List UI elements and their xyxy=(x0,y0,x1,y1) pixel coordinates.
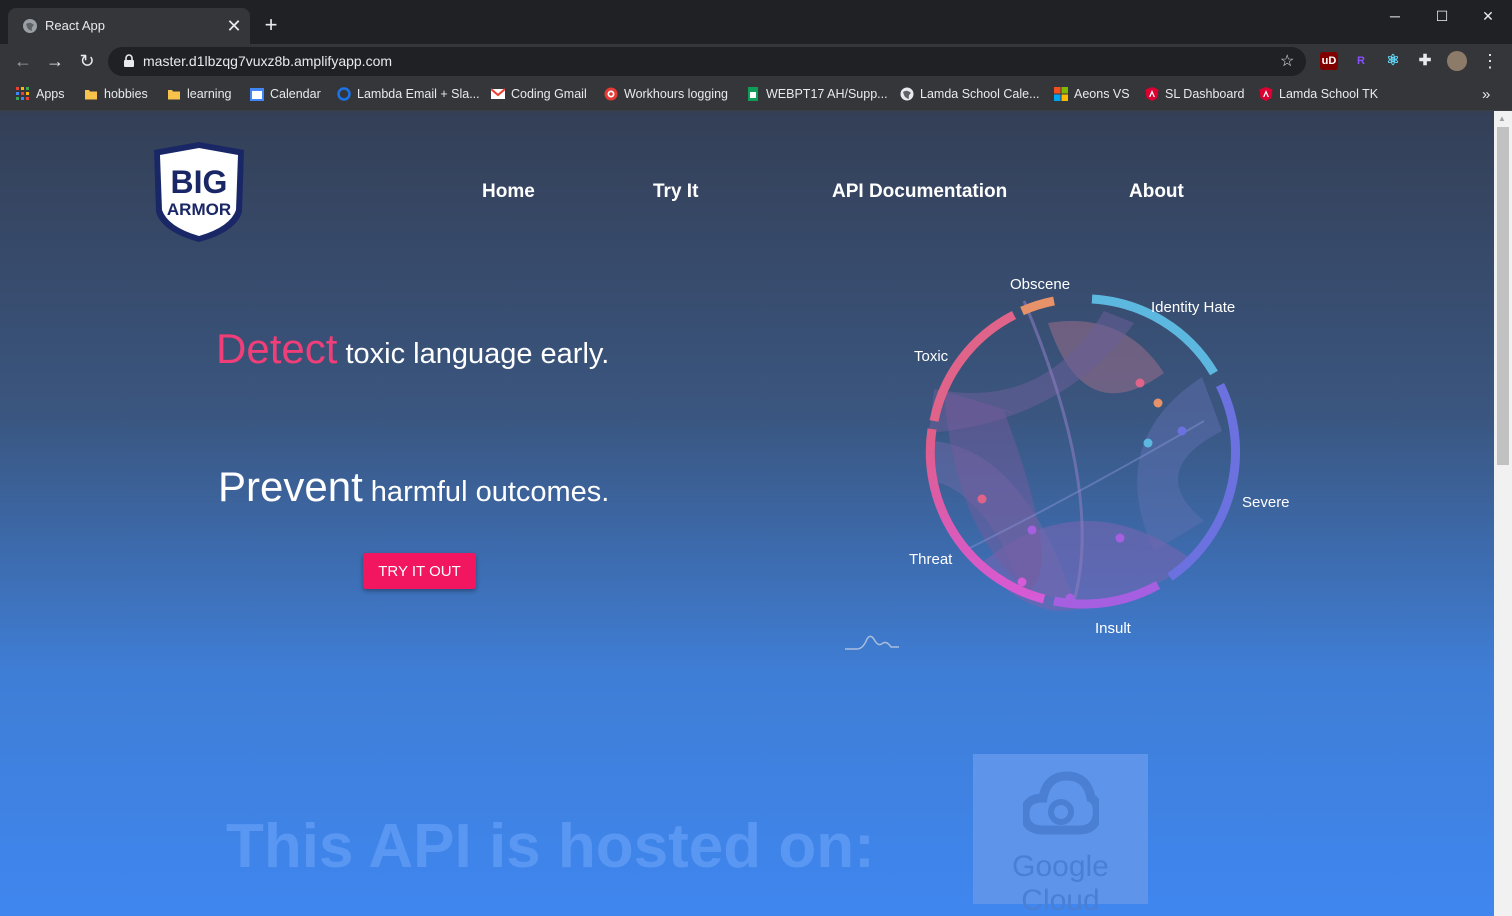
reload-button[interactable]: ↻ xyxy=(75,50,99,72)
chord-label-insult: Insult xyxy=(1095,620,1132,637)
bookmark-calendar[interactable]: Calendar xyxy=(250,84,321,104)
hero-headline-detect: Detect toxic language early. xyxy=(216,325,609,373)
wave-icon xyxy=(845,635,899,650)
bookmark-label: Workhours logging xyxy=(624,87,728,101)
ublock-extension-icon[interactable]: uD xyxy=(1320,52,1338,70)
hero-headline-prevent: Prevent harmful outcomes. xyxy=(218,463,609,511)
logo-line2: ARMOR xyxy=(167,200,231,219)
chord-label-toxic: Toxic xyxy=(914,348,949,365)
bookmark-label: SL Dashboard xyxy=(1165,87,1245,101)
scroll-up-arrow-icon[interactable]: ▲ xyxy=(1498,114,1506,123)
hero-big-word: Prevent xyxy=(218,463,363,510)
bookmark-label: Lamda School Cale... xyxy=(920,87,1040,101)
bookmark-label: Calendar xyxy=(270,87,321,101)
url-text[interactable]: master.d1lbzqg7vuxz8b.amplifyapp.com xyxy=(143,53,392,69)
bookmark-aeons-vs[interactable]: Aeons VS xyxy=(1054,84,1130,104)
folder-icon xyxy=(85,90,97,100)
bookmarks-overflow-icon[interactable]: » xyxy=(1482,84,1490,104)
gmail-icon xyxy=(491,88,505,99)
bookmark-sl-dashboard[interactable]: SL Dashboard xyxy=(1145,84,1244,104)
google-cloud-text: Google Cloud xyxy=(1012,850,1109,916)
nav-api-documentation[interactable]: API Documentation xyxy=(832,181,1007,203)
apps-grid-icon xyxy=(16,87,29,100)
angular-icon xyxy=(1145,87,1159,101)
cloud-icon xyxy=(1023,771,1099,835)
scrollbar-thumb[interactable] xyxy=(1497,127,1509,465)
bookmark-label: hobbies xyxy=(104,87,148,101)
bookmark-hobbies[interactable]: hobbies xyxy=(84,84,148,104)
bookmark-coding-gmail[interactable]: Coding Gmail xyxy=(491,84,587,104)
chord-label-obscene: Obscene xyxy=(1010,276,1070,293)
r-extension-icon[interactable]: R xyxy=(1352,52,1370,70)
browser-toolbar: ← → ↻ master.d1lbzqg7vuxz8b.amplifyapp.c… xyxy=(0,44,1512,78)
big-armor-logo[interactable]: BIG ARMOR xyxy=(150,140,248,244)
maximize-button[interactable]: ☐ xyxy=(1428,6,1456,26)
chord-label-severe: Severe xyxy=(1242,494,1290,511)
hero-accent-word: Detect xyxy=(216,325,338,372)
chord-label-threat: Threat xyxy=(909,551,953,568)
angular-icon xyxy=(1259,87,1273,101)
bookmark-label: WEBPT17 AH/Supp... xyxy=(766,87,888,101)
bookmark-lamda-tk[interactable]: Lamda School TK xyxy=(1259,84,1378,104)
lock-icon xyxy=(124,54,134,67)
bookmark-lambda-email[interactable]: Lambda Email + Sla... xyxy=(337,84,480,104)
nav-try-it[interactable]: Try It xyxy=(653,181,698,203)
page-viewport: BIG ARMOR Home Try It API Documentation … xyxy=(0,111,1494,916)
bookmark-label: Lambda Email + Sla... xyxy=(357,87,480,101)
google-cloud-logo: Google Cloud xyxy=(973,754,1148,916)
bookmark-webpt17[interactable]: WEBPT17 AH/Supp... xyxy=(746,84,888,104)
forward-button[interactable]: → xyxy=(43,50,67,72)
extensions-puzzle-icon[interactable]: ✚ xyxy=(1416,52,1434,70)
calendar-icon xyxy=(250,88,264,101)
address-bar[interactable]: master.d1lbzqg7vuxz8b.amplifyapp.com ☆ xyxy=(108,47,1306,76)
folder-icon xyxy=(168,90,180,100)
new-tab-button[interactable]: + xyxy=(260,14,282,36)
bookmark-lamda-calendar[interactable]: Lamda School Cale... xyxy=(900,84,1040,104)
logo-line1: BIG xyxy=(171,164,228,200)
sheets-icon xyxy=(748,87,758,101)
nav-home[interactable]: Home xyxy=(482,181,535,203)
bookmark-label: Coding Gmail xyxy=(511,87,587,101)
bookmark-label: learning xyxy=(187,87,232,101)
nav-about[interactable]: About xyxy=(1129,181,1184,203)
browser-title-bar: React App ✕ + ─ ☐ ✕ xyxy=(0,0,1512,44)
try-it-out-button[interactable]: TRY IT OUT xyxy=(363,553,476,589)
tab-title: React App xyxy=(45,18,105,33)
bookmarks-bar: Apps hobbies learning Calendar Lambda Em… xyxy=(0,78,1512,111)
hero-line2-rest: harmful outcomes. xyxy=(362,476,610,508)
bookmark-learning[interactable]: learning xyxy=(167,84,231,104)
back-button[interactable]: ← xyxy=(11,50,35,72)
hero-line1-rest: toxic language early. xyxy=(337,338,610,370)
browser-menu-icon[interactable]: ⋮ xyxy=(1478,50,1502,72)
toxicity-chord-diagram: Obscene Identity Hate Toxic Severe Threa… xyxy=(909,276,1290,637)
bookmark-star-icon[interactable]: ☆ xyxy=(1280,51,1294,71)
ring-icon xyxy=(337,87,351,101)
bookmark-label: Apps xyxy=(36,87,65,101)
bookmark-workhours[interactable]: Workhours logging xyxy=(604,84,728,104)
close-window-button[interactable]: ✕ xyxy=(1474,6,1502,26)
bookmark-apps[interactable]: Apps xyxy=(16,84,65,104)
target-icon xyxy=(604,87,618,101)
chord-label-identity-hate: Identity Hate xyxy=(1151,299,1235,316)
react-devtools-icon[interactable]: ⚛ xyxy=(1384,52,1402,70)
profile-avatar[interactable] xyxy=(1447,51,1467,71)
minimize-button[interactable]: ─ xyxy=(1381,6,1409,26)
bookmark-label: Lamda School TK xyxy=(1279,87,1379,101)
browser-tab[interactable]: React App ✕ xyxy=(8,8,250,44)
hosted-on-heading: This API is hosted on: xyxy=(226,812,875,881)
bookmark-label: Aeons VS xyxy=(1074,87,1130,101)
globe-icon xyxy=(900,87,914,101)
page-scrollbar[interactable]: ▲ xyxy=(1494,111,1512,916)
tab-close-icon[interactable]: ✕ xyxy=(224,16,244,36)
globe-icon xyxy=(23,19,37,33)
microsoft-icon xyxy=(1054,87,1068,101)
